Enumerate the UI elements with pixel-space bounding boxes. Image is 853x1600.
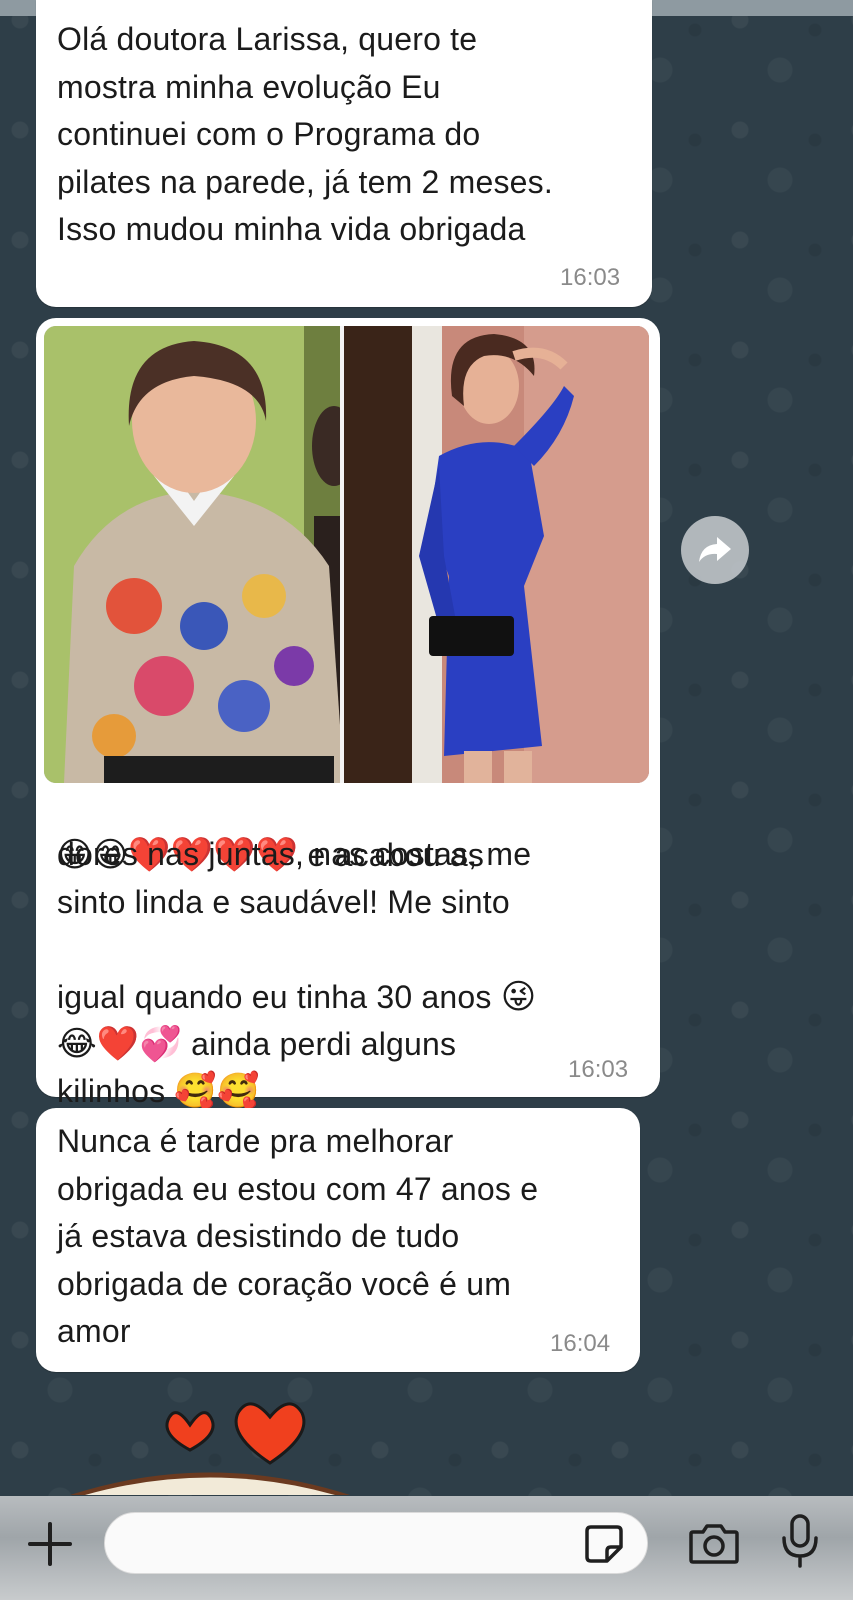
message-text: Olá doutora Larissa, quero te mostra min…	[57, 21, 553, 247]
hearts-sticker-image	[70, 1402, 350, 1495]
sticker-icon	[585, 1525, 623, 1563]
before-after-photo[interactable]	[44, 326, 649, 783]
before-after-image	[44, 326, 649, 783]
heart-sticker[interactable]	[60, 1395, 360, 1495]
attach-button[interactable]	[24, 1518, 76, 1570]
message-bubble-2[interactable]: 😁😁❤️❤️❤️❤️ e acabou as dores nas juntas,…	[36, 318, 660, 1111]
message-time: 16:04	[550, 1330, 611, 1357]
microphone-icon	[782, 1514, 818, 1568]
sticker-button[interactable]	[583, 1523, 625, 1565]
forward-icon	[699, 537, 731, 562]
camera-icon	[689, 1524, 739, 1564]
message-input-box[interactable]	[104, 1512, 648, 1574]
plus-icon	[28, 1522, 72, 1566]
message-bubble-1[interactable]: Olá doutora Larissa, quero te mostra min…	[36, 0, 652, 307]
message-bubble-3[interactable]: Nunca é tarde pra melhorar obrigada eu e…	[36, 1108, 640, 1372]
caption-text: kilinhos	[57, 1072, 175, 1109]
composer-bar	[0, 1496, 853, 1600]
message-time: 16:03	[568, 1056, 629, 1083]
caption-lines-middle: dores nas juntas, nas costas, me sinto l…	[57, 836, 532, 920]
microphone-button[interactable]	[778, 1512, 822, 1572]
message-time: 16:03	[560, 264, 621, 291]
camera-button[interactable]	[687, 1516, 741, 1570]
emoji-wink: 😜	[500, 976, 537, 1017]
forward-button[interactable]	[681, 516, 749, 584]
message-input[interactable]	[125, 1523, 549, 1565]
caption-line-6: kilinhos 🥰🥰	[57, 1020, 260, 1115]
emoji-group: 🥰🥰	[174, 1070, 260, 1111]
message-text: Nunca é tarde pra melhorar obrigada eu e…	[57, 1123, 539, 1349]
